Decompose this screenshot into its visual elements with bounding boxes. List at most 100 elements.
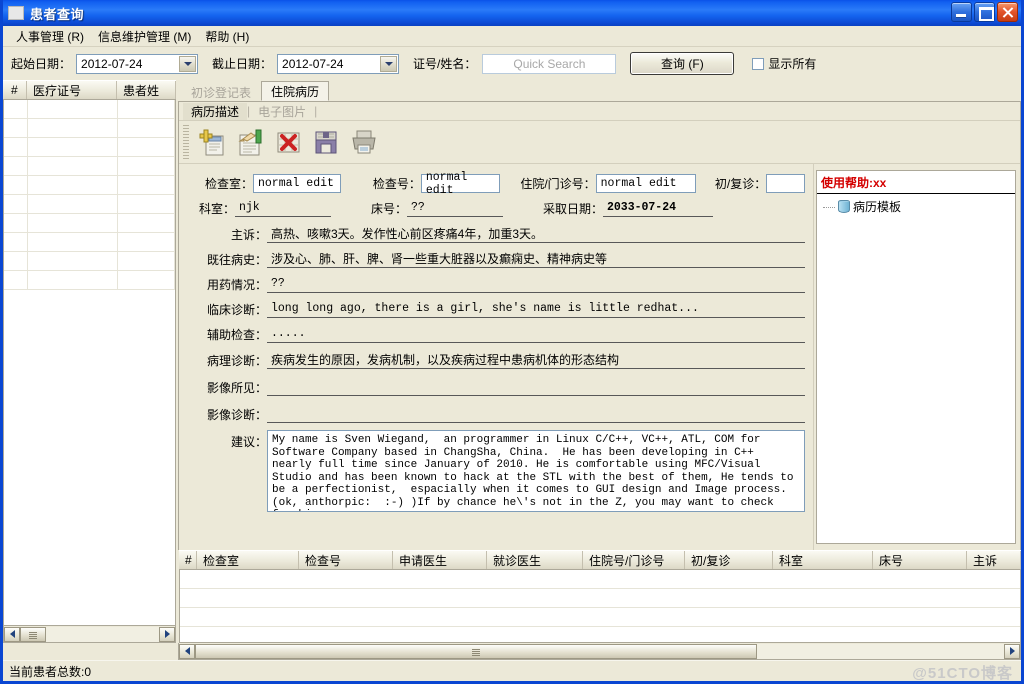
end-date-combo[interactable]: 2012-07-24 [277,53,400,74]
tab-record-description[interactable]: 病历描述 [183,102,248,120]
imaging-dx-input[interactable] [267,405,805,423]
admission-no-input[interactable]: normal edit [595,174,697,193]
table-row[interactable] [4,138,175,157]
chevron-down-icon[interactable] [179,55,197,72]
patient-list-hscrollbar[interactable] [3,626,176,643]
medication-input[interactable]: ?? [267,275,805,293]
form-row-chief-complaint: 主诉： 高热、咳嗽3天。发作性心前区疼痛4年，加重3天。 [187,225,805,243]
table-row[interactable] [4,100,175,119]
table-row[interactable] [4,119,175,138]
scroll-left-icon[interactable] [4,626,20,642]
tree-item-record-template[interactable]: 病历模板 [817,194,1015,215]
delete-record-button[interactable] [271,125,305,159]
scroll-right-icon[interactable] [1004,643,1020,659]
column-header-bed-no[interactable]: 床号 [873,551,967,569]
table-row[interactable] [4,214,175,233]
form-row-imaging-dx: 影像诊断： [187,405,805,423]
imaging-finding-label: 影像所见： [206,380,267,395]
tab-inpatient-record[interactable]: 住院病历 [261,81,330,101]
column-header-attending-doctor[interactable]: 就诊医生 [487,551,583,569]
admission-no-label: 住院/门诊号： [520,177,596,191]
form-row-past-history: 既往病史： 涉及心、肺、肝、脾、肾一些重大脏器以及癫痫史、精神病史等 [187,250,805,268]
start-date-combo[interactable]: 2012-07-24 [76,53,199,74]
toolbar-grip[interactable] [183,125,189,159]
column-header-chief-complaint[interactable]: 主诉 [967,551,1021,569]
save-record-button[interactable] [309,125,343,159]
column-header-dept[interactable]: 科室 [773,551,873,569]
add-record-icon [199,129,224,156]
add-record-button[interactable] [195,125,229,159]
form-row-dept-bed-date: 科室： njk 床号： ?? 采取日期： 2033-07-24 [187,199,805,217]
collect-date-input[interactable]: 2033-07-24 [603,199,713,217]
scroll-right-icon[interactable] [159,626,175,642]
status-text: 当前患者总数:0 [9,664,92,679]
imaging-finding-input[interactable] [267,378,805,396]
suggestion-label: 建议： [230,435,267,449]
aux-exam-label: 辅助检查： [206,327,267,342]
patient-list-rows [4,100,175,290]
column-header-requesting-doctor[interactable]: 申请医生 [393,551,487,569]
delete-record-icon [277,132,300,153]
table-row[interactable] [4,233,175,252]
main-split: # 医疗证号 患者姓 初诊登记表 住院病历 病历描述 | 电子图片 | 检查室：… [3,80,1021,643]
chief-complaint-input[interactable]: 高热、咳嗽3天。发作性心前区疼痛4年，加重3天。 [267,225,805,243]
form-row-medication: 用药情况： ?? [187,275,805,293]
aux-exam-input[interactable]: ..... [267,325,805,343]
menu-item-help[interactable]: 帮助 (H) [198,26,256,47]
watermark: @51CTO博客 [912,665,1013,681]
table-row[interactable] [4,157,175,176]
column-header-visit-type[interactable]: 初/复诊 [685,551,773,569]
tab-electronic-images[interactable]: 电子图片 [250,103,314,120]
menu-item-personnel[interactable]: 人事管理 (R) [9,26,91,47]
table-row[interactable] [4,176,175,195]
column-header-exam-no[interactable]: 检查号 [299,551,393,569]
maximize-button[interactable] [974,2,995,22]
menu-item-info-maintenance[interactable]: 信息维护管理 (M) [91,26,198,47]
title-bar[interactable]: 患者查询 [3,0,1021,26]
show-all-checkbox[interactable] [752,57,765,70]
column-header-patient-name[interactable]: 患者姓 [117,81,176,99]
table-row[interactable] [4,271,175,290]
visit-type-input[interactable] [766,174,806,193]
table-row[interactable] [180,589,1020,608]
exam-records-body[interactable] [179,570,1021,643]
close-button[interactable] [997,2,1018,22]
tab-initial-registration[interactable]: 初诊登记表 [181,82,262,101]
column-header-index[interactable]: # [179,551,197,569]
exam-no-input[interactable]: normal edit [420,171,500,197]
record-form: 检查室： normal edit 检查号： normal edit 住院/门诊号… [179,164,814,550]
tab-panel: 病历描述 | 电子图片 | 检查室： normal edit 检查号： norm… [178,101,1021,550]
column-header-medical-id[interactable]: 医疗证号 [27,81,117,99]
bed-input[interactable]: ?? [407,199,503,217]
column-header-admission-no[interactable]: 住院号/门诊号 [583,551,685,569]
scroll-track[interactable] [195,643,1004,659]
scroll-left-icon[interactable] [179,643,195,659]
exam-records-hscrollbar[interactable] [178,643,1021,660]
table-row[interactable] [180,570,1020,589]
column-header-index[interactable]: # [3,81,27,99]
chevron-down-icon[interactable] [380,55,398,72]
minimize-button[interactable] [951,2,972,22]
patient-list-body[interactable] [3,100,176,626]
table-row[interactable] [180,608,1020,627]
table-row[interactable] [4,252,175,271]
past-history-input[interactable]: 涉及心、肺、肝、脾、肾一些重大脏器以及癫痫史、精神病史等 [267,250,805,268]
form-row-aux-exam: 辅助检查： ..... [187,325,805,343]
column-header-exam-room[interactable]: 检查室 [197,551,299,569]
dept-input[interactable]: njk [235,199,331,217]
print-record-button[interactable] [347,125,381,159]
scroll-thumb[interactable] [20,626,46,642]
scroll-track[interactable] [20,626,159,642]
patient-list-header: # 医疗证号 患者姓 [3,80,176,100]
show-all-checkbox-group[interactable]: 显示所有 [752,55,816,72]
table-row[interactable] [4,195,175,214]
patho-dx-input[interactable]: 疾病发生的原因，发病机制，以及疾病过程中患病机体的形态结构 [267,351,805,369]
clinical-dx-input[interactable]: long long ago, there is a girl, she's na… [267,300,805,318]
search-input[interactable]: Quick Search [482,53,617,74]
medication-label: 用药情况： [206,277,267,292]
exam-room-input[interactable]: normal edit [253,174,341,193]
query-button[interactable]: 查询 (F) [630,52,735,75]
suggestion-textarea[interactable]: My name is Sven Wiegand, an programmer i… [267,430,805,512]
scroll-thumb[interactable] [195,643,757,659]
edit-record-button[interactable] [233,125,267,159]
